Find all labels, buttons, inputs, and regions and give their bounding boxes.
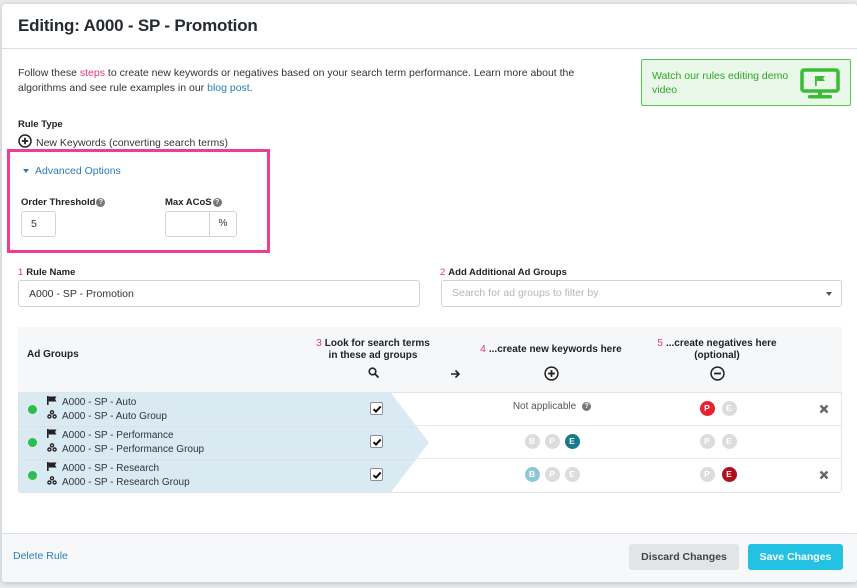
help-icon[interactable]: ? <box>582 402 592 411</box>
modal-header: Editing: A000 - SP - Promotion <box>2 4 857 49</box>
remove-row-icon[interactable] <box>819 470 829 483</box>
max-acos-label: Max ACoS? <box>165 197 222 208</box>
negatives-cell: PE <box>643 434 793 449</box>
search-terms-checkbox[interactable] <box>370 402 383 415</box>
negative-badge-p[interactable]: P <box>699 434 715 449</box>
rule-type-label: Rule Type <box>18 119 63 130</box>
campaign-name: A000 - SP - Performance <box>62 430 174 441</box>
ad-group-name: A000 - SP - Auto Group <box>62 410 167 422</box>
match-type-badge-b[interactable]: B <box>524 467 540 482</box>
negative-badge-e[interactable]: E <box>721 401 737 416</box>
rule-name-input[interactable] <box>18 280 420 307</box>
header-create-keywords: 4 ...create new keywords here <box>476 344 626 385</box>
header-ad-groups: Ad Groups <box>27 349 79 360</box>
percent-addon: % <box>218 218 228 229</box>
keywords-cell: BPE <box>477 467 627 482</box>
modal-title: Editing: A000 - SP - Promotion <box>18 16 258 35</box>
header-create-negatives: 5 ...create negatives here (optional) <box>642 338 792 385</box>
arrow-right-icon <box>450 369 461 382</box>
search-terms-checkbox[interactable] <box>370 435 383 448</box>
ad-group-names: A000 - SP - Performance A000 - SP - Perfo… <box>47 429 204 456</box>
negatives-cell: PE <box>643 467 793 482</box>
help-icon[interactable]: ? <box>212 198 222 207</box>
campaign-name: A000 - SP - Auto <box>62 397 137 408</box>
advanced-options-toggle[interactable]: Advanced Options <box>23 165 121 177</box>
campaign-flag-icon <box>47 429 57 443</box>
intro-text: Follow these steps to create new keyword… <box>18 67 575 94</box>
plus-circle-icon <box>476 366 626 385</box>
demo-video-label: Watch our rules editing demo video <box>652 70 789 96</box>
match-type-badge-e[interactable]: E <box>564 467 580 482</box>
rows-container: A000 - SP - Auto A000 - SP - Auto Group No… <box>19 393 841 492</box>
keywords-cell: Not applicable? <box>477 401 627 412</box>
negative-badge-e[interactable]: E <box>721 434 737 449</box>
save-changes-button[interactable]: Save Changes <box>748 544 843 570</box>
search-icon <box>308 367 438 382</box>
campaign-name: A000 - SP - Research <box>62 463 160 474</box>
search-terms-checkbox[interactable] <box>370 468 383 481</box>
check-icon <box>372 405 382 414</box>
max-acos-group: % <box>165 211 237 237</box>
campaign-flag-icon <box>47 462 57 476</box>
negative-badge-e[interactable]: E <box>721 467 737 482</box>
keywords-cell: BPE <box>477 434 627 449</box>
order-threshold-input[interactable] <box>21 211 56 237</box>
rule-name-label: 1 Rule Name <box>18 267 76 278</box>
match-type-badge-e[interactable]: E <box>564 434 580 449</box>
discard-changes-button[interactable]: Discard Changes <box>629 544 739 570</box>
additional-ad-groups-label: 2 Add Additional Ad Groups <box>440 267 567 278</box>
table-row: A000 - SP - Performance A000 - SP - Perfo… <box>19 426 841 459</box>
minus-circle-icon <box>642 366 792 385</box>
campaign-flag-icon <box>47 396 57 410</box>
check-icon <box>372 471 382 480</box>
ad-group-names: A000 - SP - Research A000 - SP - Research… <box>47 462 190 489</box>
match-type-badge-p[interactable]: P <box>544 467 560 482</box>
help-icon[interactable]: ? <box>96 198 106 207</box>
delete-rule-link[interactable]: Delete Rule <box>13 550 68 562</box>
ad-groups-placeholder: Search for ad groups to filter by <box>452 287 599 299</box>
status-active-dot <box>28 405 37 414</box>
order-threshold-label: Order Threshold? <box>21 197 106 208</box>
ad-groups-search-select[interactable]: Search for ad groups to filter by <box>441 280 842 307</box>
monitor-flag-icon <box>800 68 840 104</box>
max-acos-input[interactable] <box>166 212 210 236</box>
ad-group-name: A000 - SP - Performance Group <box>62 443 205 455</box>
table-row: A000 - SP - Research A000 - SP - Research… <box>19 459 841 492</box>
ad-group-cluster-icon <box>47 409 57 424</box>
demo-video-link[interactable]: Watch our rules editing demo video <box>641 59 851 106</box>
status-active-dot <box>28 471 37 480</box>
ad-group-cluster-icon <box>47 475 57 490</box>
edit-rule-modal: Editing: A000 - SP - Promotion Follow th… <box>2 4 857 582</box>
status-active-dot <box>28 438 37 447</box>
negatives-cell: PE <box>643 401 793 416</box>
ad-groups-table: Ad Groups 3 Look for search terms in thes… <box>18 327 842 493</box>
table-body: A000 - SP - Auto A000 - SP - Auto Group No… <box>18 393 842 493</box>
advanced-options-panel: Advanced Options Order Threshold? Max AC… <box>7 149 270 253</box>
match-type-badge-b[interactable]: B <box>524 434 540 449</box>
ad-group-names: A000 - SP - Auto A000 - SP - Auto Group <box>47 396 167 423</box>
remove-row-icon[interactable] <box>819 404 829 417</box>
check-icon <box>372 438 382 447</box>
header-look-for-search-terms: 3 Look for search terms in these ad group… <box>308 338 438 382</box>
caret-down-icon <box>23 169 29 173</box>
steps-link[interactable]: steps <box>80 67 105 79</box>
table-row: A000 - SP - Auto A000 - SP - Auto Group No… <box>19 393 841 426</box>
not-applicable-text: Not applicable <box>512 401 577 412</box>
ad-group-name: A000 - SP - Research Group <box>62 476 190 488</box>
ad-group-cluster-icon <box>47 442 57 457</box>
negative-badge-p[interactable]: P <box>699 401 715 416</box>
blog-post-link[interactable]: blog post <box>207 82 250 94</box>
negative-badge-p[interactable]: P <box>699 467 715 482</box>
modal-footer: Delete Rule Discard Changes Save Changes <box>2 533 857 582</box>
chevron-down-icon <box>826 292 832 296</box>
table-header: Ad Groups 3 Look for search terms in thes… <box>18 327 842 393</box>
match-type-badge-p[interactable]: P <box>544 434 560 449</box>
